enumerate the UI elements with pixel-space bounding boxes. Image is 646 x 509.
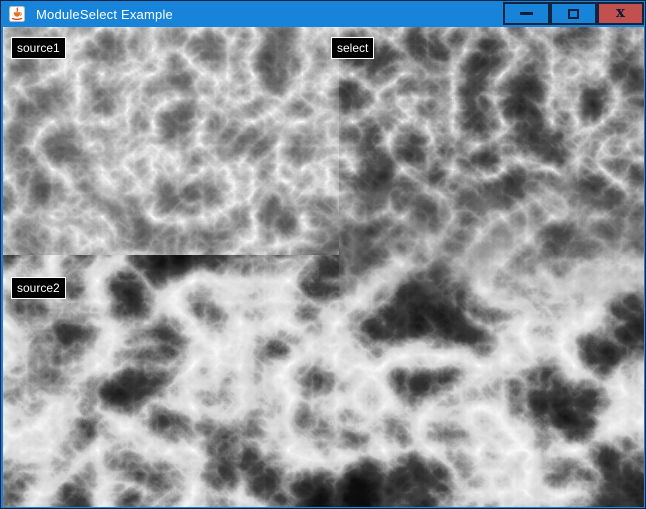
source2-label: source2 [11, 277, 66, 299]
java-app-icon[interactable] [9, 6, 25, 22]
titlebar[interactable]: ModuleSelect Example x [1, 1, 645, 27]
app-window: ModuleSelect Example x [0, 0, 646, 509]
render-canvas: source1 select source2 [3, 27, 644, 507]
source1-image [3, 27, 323, 267]
source2-image [3, 267, 323, 507]
window-controls: x [503, 2, 644, 25]
noise-texture-canvas [3, 27, 644, 507]
minimize-button[interactable] [503, 2, 550, 25]
select-label: select [331, 37, 374, 59]
minimize-icon [520, 12, 533, 15]
source1-label: source1 [11, 37, 66, 59]
close-button[interactable]: x [597, 2, 644, 25]
maximize-icon [568, 9, 579, 19]
close-icon: x [616, 5, 625, 20]
window-title: ModuleSelect Example [36, 7, 173, 22]
maximize-button[interactable] [550, 2, 597, 25]
